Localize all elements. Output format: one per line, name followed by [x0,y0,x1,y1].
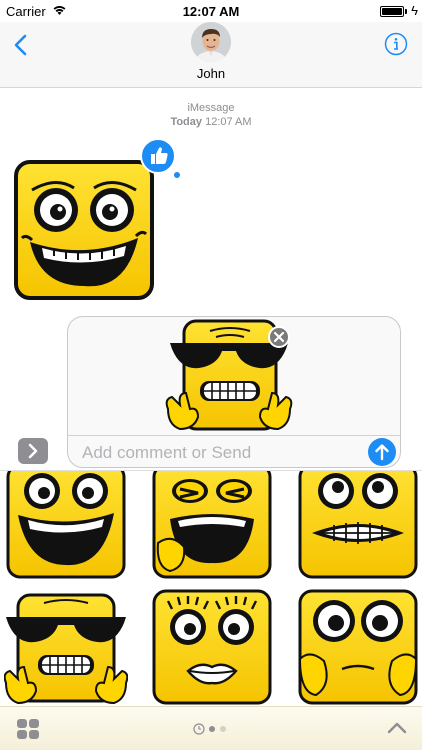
chevron-up-icon[interactable] [386,720,408,736]
thumbs-up-icon [151,147,168,164]
tapback-badge[interactable] [140,138,176,174]
arrow-up-icon [375,444,389,461]
app-grid-icon[interactable] [16,718,40,740]
page-dot-active [209,726,215,732]
info-icon[interactable] [384,32,408,56]
tapback-tail [174,172,180,178]
message-timestamp: iMessage Today 12:07 AM [0,101,422,129]
sticker-message[interactable] [14,160,154,300]
sticker-sunglasses[interactable] [4,589,128,705]
remove-sticker-button[interactable] [268,326,290,348]
expand-apps-button[interactable] [18,438,48,464]
sticker-drawer [0,470,422,706]
compose-box [67,316,401,468]
status-bar: Carrier 12:07 AM ϟ [0,0,422,22]
battery-icon [380,6,404,17]
day-label: Today [170,116,203,128]
chevron-right-icon [28,443,38,459]
time-label: 12:07 AM [205,116,252,128]
sticker-laughing[interactable] [150,470,274,579]
avatar[interactable] [191,22,231,62]
page-indicator[interactable] [193,723,233,735]
contact-photo [191,22,231,62]
clock: 12:07 AM [182,4,240,19]
service-label: iMessage [187,102,235,114]
close-icon [273,331,285,343]
sticker-worried-hands[interactable] [296,589,420,705]
sticker-grinning[interactable] [4,470,128,579]
charging-icon: ϟ [411,3,418,18]
sticker-lashes-lips[interactable] [150,589,274,705]
send-button[interactable] [368,438,396,466]
chevron-left-icon[interactable] [8,32,34,58]
app-drawer-bar [0,706,422,750]
page-dot [220,726,226,732]
contact-name[interactable]: John [0,66,422,81]
message-input[interactable] [68,436,400,467]
sticker-grimacing[interactable] [296,470,420,579]
conversation-header: John [0,22,422,88]
